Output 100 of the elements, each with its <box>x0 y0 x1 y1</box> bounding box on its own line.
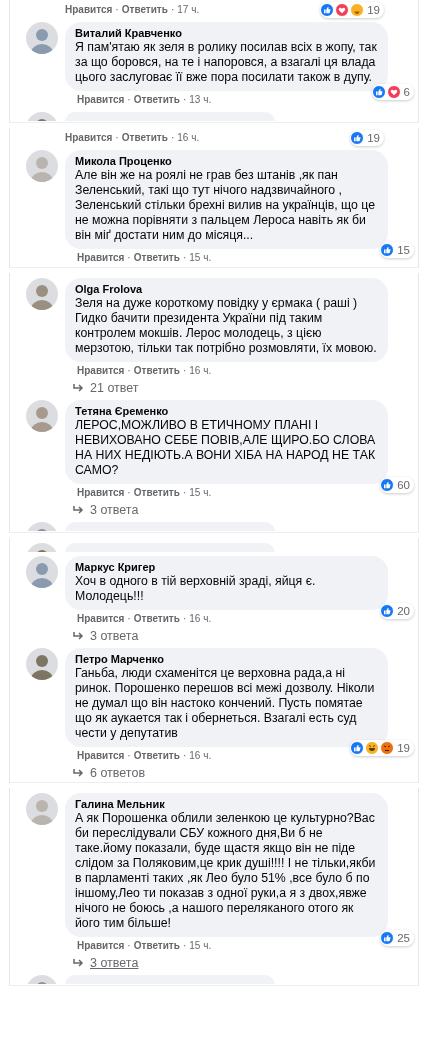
reaction-badge[interactable]: 15 <box>380 242 414 258</box>
replies-link[interactable]: 21 ответ <box>90 380 139 395</box>
separator-dot: · <box>115 4 119 15</box>
like-reaction-icon <box>371 85 386 99</box>
reply-link[interactable]: Ответить <box>133 750 180 761</box>
comment-time: 16 ч. <box>189 613 212 624</box>
reply-link[interactable]: Ответить <box>133 613 180 624</box>
like-link[interactable]: Нравится <box>77 365 125 376</box>
comment-time: 17 ч. <box>177 4 200 15</box>
separator-dot: · <box>182 252 187 263</box>
separator-dot: · <box>115 132 119 143</box>
reaction-badge[interactable]: 19 <box>320 1 384 18</box>
like-link[interactable]: Нравится <box>65 4 113 15</box>
reaction-badge[interactable]: 6 <box>371 84 414 100</box>
reply-link[interactable]: Ответить <box>133 252 180 263</box>
reaction-badge[interactable]: 25 <box>380 930 414 946</box>
replies-link[interactable]: 3 ответа <box>90 955 139 970</box>
like-reaction-icon <box>380 931 395 945</box>
like-link[interactable]: Нравится <box>77 252 125 263</box>
comment-text: Ганьба, люди схаменітся це верховна рада,а ні ринок. Порошенко перешов всі межі дозволу. Ніколи не думал що він настоко кончений. Пусть помятае що як аукается так і обернеться. Взагалі есть суд чести у депутатив <box>75 666 376 741</box>
comment-time: 15 ч. <box>189 487 212 498</box>
reaction-badge[interactable]: 19 <box>350 129 384 146</box>
replies-link[interactable]: 3 ответа <box>90 502 139 517</box>
comment-author[interactable]: Маркус Кригер <box>75 561 378 574</box>
reaction-count: 25 <box>397 932 410 944</box>
like-reaction-icon <box>380 478 395 492</box>
reply-link[interactable]: Ответить <box>133 365 180 376</box>
like-link[interactable]: Нравится <box>65 132 113 143</box>
comment-author[interactable]: Микола Проценко <box>75 155 378 168</box>
comment-text: Але він же на роялі не грав без штанів ,як пан Зеленський, такі що тут нічого надзвичайного , Зеленський стільки брехні вилив на українців, що це не можна порівняти з пальцем Лероса навіть як би він міґ достати ним до місяця... <box>75 168 377 243</box>
reaction-badge[interactable]: 20 <box>380 603 414 619</box>
separator-dot: · <box>170 132 175 143</box>
reply-arrow-icon <box>72 382 84 393</box>
avatar-icon[interactable] <box>26 556 58 588</box>
comment-time: 15 ч. <box>189 940 212 951</box>
reply-arrow-icon <box>72 767 84 778</box>
separator-dot: · <box>127 94 131 105</box>
reaction-count: 20 <box>397 605 410 617</box>
separator-dot: · <box>170 4 175 15</box>
comment-time: 13 ч. <box>189 94 212 105</box>
haha-reaction-icon <box>365 741 380 755</box>
reply-link[interactable]: Ответить <box>133 94 180 105</box>
avatar-icon[interactable] <box>26 400 58 432</box>
comment-author[interactable]: Виталий Кравченко <box>75 27 378 40</box>
reply-link[interactable]: Ответить <box>121 4 168 15</box>
angry-reaction-icon <box>380 741 395 755</box>
reaction-count: 19 <box>367 3 380 16</box>
comment-text: Хоч в одного в тій верховній зраді, яйця є. Молодець!!! <box>75 574 317 604</box>
separator-dot: · <box>182 94 187 105</box>
comment-time: 16 ч. <box>189 365 212 376</box>
comment-text: Зеля на дуже короткому повідку у єрмака ( раші ) Гидко бачити президента України під таким контролем мокшів. Лерос молодець, з цією мерзотою, тільки так потрібно розмовляти, їх мовою. <box>75 296 378 356</box>
reply-link[interactable]: Ответить <box>133 940 180 951</box>
like-link[interactable]: Нравится <box>77 750 125 761</box>
comment-author[interactable]: Olga Frolova <box>75 283 378 296</box>
reaction-count: 15 <box>397 244 410 256</box>
like-reaction-icon <box>380 604 395 618</box>
comment-time: 16 ч. <box>177 132 200 143</box>
reply-link[interactable]: Ответить <box>133 487 180 498</box>
separator-dot: · <box>182 487 187 498</box>
separator-dot: · <box>182 940 187 951</box>
separator-dot: · <box>182 365 187 376</box>
comment-text: Я пам'ятаю як зеля в ролику посилав всіх в жопу, так за що боровся, на те і напоровся, а взагалі ця влада цього заслуговає її вже пора посилати також в дупу. <box>75 40 378 85</box>
separator-dot: · <box>127 487 131 498</box>
love-reaction-icon <box>386 85 401 99</box>
like-link[interactable]: Нравится <box>77 940 125 951</box>
separator-dot: · <box>127 365 131 376</box>
reply-arrow-icon <box>72 504 84 515</box>
separator-dot: · <box>182 750 187 761</box>
comment-text: ЛЕРОС,МОЖЛИВО В ЕТИЧНОМУ ПЛАНІ І НЕВИХОВАНО СЕБЕ ПОВІВ,АЛЕ ЩИРО.БО СЛОВА НА НИХ НЕДІЮТЬ.А ВОНИ ХІБА НА НАРОД НЕ ТАК САМО? <box>75 418 377 478</box>
comment-time: 15 ч. <box>189 252 212 263</box>
reaction-count: 19 <box>367 131 380 144</box>
separator-dot: · <box>127 613 131 624</box>
replies-link[interactable]: 3 ответа <box>90 628 139 643</box>
reply-arrow-icon <box>72 957 84 968</box>
reaction-count: 60 <box>397 479 410 491</box>
separator-dot: · <box>127 750 131 761</box>
avatar-icon[interactable] <box>26 150 58 182</box>
like-link[interactable]: Нравится <box>77 487 125 498</box>
replies-link[interactable]: 6 ответов <box>90 765 146 780</box>
like-link[interactable]: Нравится <box>77 94 125 105</box>
reply-arrow-icon <box>72 630 84 641</box>
comment-author[interactable]: Галина Мельник <box>75 798 378 811</box>
like-reaction-icon <box>350 741 365 755</box>
like-link[interactable]: Нравится <box>77 613 125 624</box>
avatar-icon[interactable] <box>26 648 58 680</box>
separator-dot: · <box>182 613 187 624</box>
reaction-badge[interactable]: 60 <box>380 477 414 493</box>
separator-dot: · <box>127 940 131 951</box>
comment-author[interactable]: Петро Марченко <box>75 653 378 666</box>
avatar-icon[interactable] <box>26 793 58 825</box>
reaction-count: 6 <box>403 86 410 98</box>
separator-dot: · <box>127 252 131 263</box>
reaction-badge[interactable]: 19 <box>350 740 414 756</box>
comment-time: 16 ч. <box>189 750 212 761</box>
avatar-icon[interactable] <box>26 22 58 54</box>
comment-author[interactable]: Тетяна Єременко <box>75 405 378 418</box>
reply-link[interactable]: Ответить <box>121 132 168 143</box>
reaction-count: 19 <box>397 742 410 754</box>
like-reaction-icon <box>380 243 395 257</box>
avatar-icon[interactable] <box>26 278 58 310</box>
